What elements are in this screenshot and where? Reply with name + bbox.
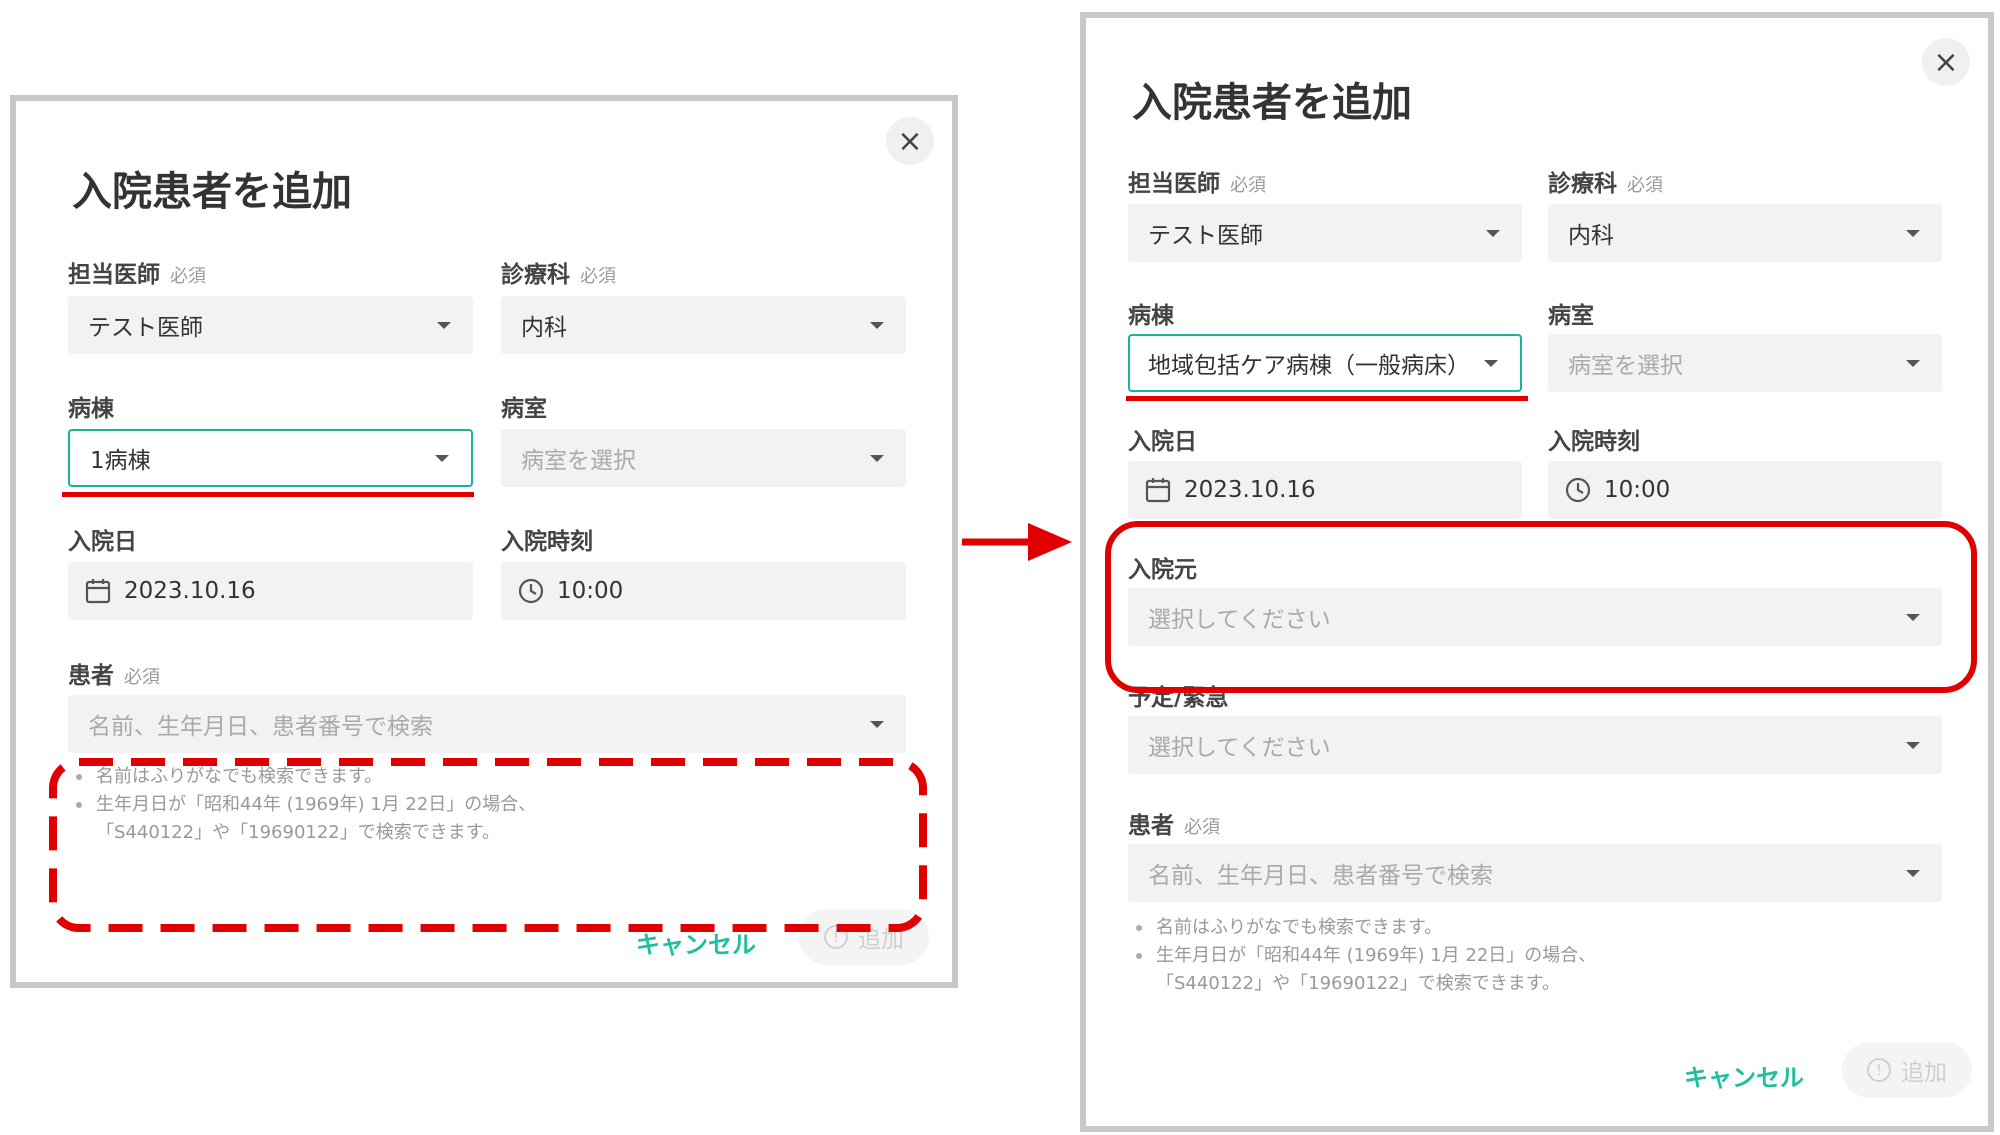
ward-select[interactable]: 地域包括ケア病棟（一般病床） [1128,334,1522,392]
doctor-label-text: 担当医師 [68,262,160,288]
patient-placeholder: 名前、生年月日、患者番号で検索 [88,714,433,740]
doctor-label-text: 担当医師 [1128,171,1220,197]
chevron-down-icon [1486,229,1500,237]
admission-date-value: 2023.10.16 [1184,477,1316,503]
patient-label-text: 患者 [68,663,114,689]
department-value: 内科 [1568,223,1614,249]
dialog-after: 入院患者を追加 × 担当医師 必須 テスト医師 診療科 必須 内科 病棟 地域包括ケ… [1080,12,1994,1132]
room-select[interactable]: 病室を選択 [501,429,906,487]
add-button-label: 追加 [1901,1060,1947,1086]
add-button[interactable]: ! 追加 [1842,1042,1972,1098]
doctor-label: 担当医師 必須 [1128,164,1266,198]
doctor-value: テスト医師 [88,315,203,341]
chevron-down-icon [1906,359,1920,367]
patient-placeholder: 名前、生年月日、患者番号で検索 [1148,863,1493,889]
patient-search[interactable]: 名前、生年月日、患者番号で検索 [1128,844,1942,902]
search-hints: 名前はふりがなでも検索できます。 生年月日が「昭和44年 (1969年) 1月 … [1128,914,1596,998]
required-tag: 必須 [1230,175,1266,196]
required-tag: 必須 [124,667,160,688]
cancel-button[interactable]: キャンセル [1684,1058,1804,1093]
planned-emergency-placeholder: 選択してください [1148,735,1331,761]
chevron-down-icon [435,454,449,462]
admission-date-input[interactable]: 2023.10.16 [68,562,473,620]
room-placeholder: 病室を選択 [521,448,636,474]
department-select[interactable]: 内科 [1548,204,1942,262]
ward-value: 地域包括ケア病棟（一般病床） [1148,353,1470,379]
hint-item-continued: 「S440122」や「19690122」で検索できます。 [1156,973,1560,994]
admission-time-value: 10:00 [557,578,624,604]
hint-item: 名前はふりがなでも検索できます。 [1128,914,1596,942]
required-tag: 必須 [1184,817,1220,838]
room-label: 病室 [1548,303,1594,329]
room-placeholder: 病室を選択 [1568,353,1683,379]
patient-label-text: 患者 [1128,813,1174,839]
patient-label: 患者 必須 [1128,806,1220,840]
department-value: 内科 [521,315,567,341]
required-tag: 必須 [170,266,206,287]
ward-label: 病棟 [1128,303,1174,329]
room-select[interactable]: 病室を選択 [1548,334,1942,392]
department-label: 診療科 必須 [501,255,616,289]
room-label: 病室 [501,396,547,422]
admission-date-input[interactable]: 2023.10.16 [1128,461,1522,519]
chevron-down-icon [870,321,884,329]
ward-highlight-underline [62,492,474,497]
close-icon[interactable]: × [1922,38,1970,86]
doctor-select[interactable]: テスト医師 [68,296,473,354]
arrow-right-icon [962,523,1072,561]
hints-highlight-dashed [49,758,927,932]
doctor-value: テスト医師 [1148,223,1263,249]
chevron-down-icon [437,321,451,329]
doctor-label: 担当医師 必須 [68,255,206,289]
chevron-down-icon [1906,869,1920,877]
chevron-down-icon [1484,359,1498,367]
patient-label: 患者 必須 [68,656,160,690]
ward-select[interactable]: 1病棟 [68,429,473,487]
admission-date-label: 入院日 [1128,429,1197,455]
admission-time-label: 入院時刻 [501,529,593,555]
department-label-text: 診療科 [1548,171,1617,197]
department-label-text: 診療科 [501,262,570,288]
alert-icon: ! [1867,1058,1891,1082]
chevron-down-icon [1906,229,1920,237]
dialog-title: 入院患者を追加 [1132,80,1412,126]
ward-value: 1病棟 [90,448,151,474]
dialog-before: 入院患者を追加 × 担当医師 必須 テスト医師 診療科 必須 内科 病棟 1病棟 病… [10,95,958,988]
department-label: 診療科 必須 [1548,164,1663,198]
required-tag: 必須 [1627,175,1663,196]
admission-time-input[interactable]: 10:00 [1548,461,1942,519]
admission-time-value: 10:00 [1604,477,1671,503]
planned-emergency-select[interactable]: 選択してください [1128,716,1942,774]
doctor-select[interactable]: テスト医師 [1128,204,1522,262]
hint-item: 生年月日が「昭和44年 (1969年) 1月 22日」の場合、 [1128,942,1596,970]
chevron-down-icon [870,720,884,728]
department-select[interactable]: 内科 [501,296,906,354]
admission-source-highlight [1105,521,1977,693]
dialog-title: 入院患者を追加 [72,169,352,215]
patient-search[interactable]: 名前、生年月日、患者番号で検索 [68,695,906,753]
close-icon[interactable]: × [886,117,934,165]
admission-date-value: 2023.10.16 [124,578,256,604]
ward-label: 病棟 [68,396,114,422]
admission-time-input[interactable]: 10:00 [501,562,906,620]
admission-time-label: 入院時刻 [1548,429,1640,455]
required-tag: 必須 [580,266,616,287]
chevron-down-icon [1906,741,1920,749]
chevron-down-icon [870,454,884,462]
ward-highlight-underline [1126,396,1528,401]
admission-date-label: 入院日 [68,529,137,555]
